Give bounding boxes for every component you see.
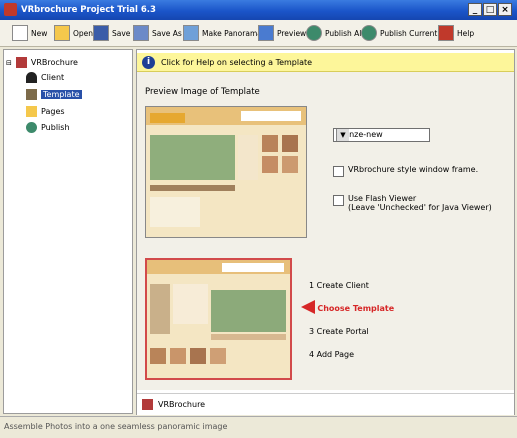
brochure-footer: VRBrochure [137,393,514,415]
tree-root[interactable]: ⊟ VRBrochure [6,57,78,68]
globe-icon [26,122,37,133]
preview-button[interactable]: Preview [258,23,306,43]
flash-viewer-checkbox[interactable]: Use Flash Viewer (Leave 'Unchecked' for … [333,194,492,212]
tree-item-publish[interactable]: Publish [26,122,70,133]
tree-item-template[interactable]: Template [26,89,82,100]
help-book-icon [438,25,454,41]
checkbox-box[interactable] [333,166,344,177]
tree-item-pages[interactable]: Pages [26,106,65,117]
maximize-button[interactable]: □ [483,3,497,16]
toolbar: New Open Save Save As Make Panorama Prev… [0,20,517,47]
preview-title: Preview Image of Template [145,87,260,97]
save-as-icon [133,25,149,41]
selected-template-thumbnail[interactable] [145,258,292,380]
open-button[interactable]: Open [54,23,93,43]
save-as-button[interactable]: Save As [133,23,182,43]
close-button[interactable]: × [498,3,512,16]
vr-frame-checkbox[interactable]: VRbrochure style window frame. [333,165,478,177]
main-panel: i Click for Help on selecting a Template… [136,49,515,415]
folder-icon [54,25,70,41]
template-icon [26,89,37,100]
step-create-client[interactable]: 1 Create Client [309,281,369,290]
save-button[interactable]: Save [93,23,130,43]
pages-folder-icon [26,106,37,117]
make-panorama-button[interactable]: Make Panorama [183,23,262,43]
tree-item-client[interactable]: Client [26,72,64,83]
app-icon [4,3,17,16]
panorama-icon [183,25,199,41]
brochure-icon [15,57,27,68]
monitor-icon [258,25,274,41]
help-bar[interactable]: i Click for Help on selecting a Template [137,53,514,72]
help-button[interactable]: Help [438,23,474,43]
template-preview-image [145,106,307,238]
globe-icon [306,25,322,41]
person-icon [26,72,37,83]
title-bar: VRbrochure Project Trial 6.3 _ □ × [0,0,517,20]
publish-globe-icon [361,25,377,41]
status-bar: Assemble Photos into a one seamless pano… [0,416,517,438]
new-button[interactable]: New [12,23,47,43]
step-add-page[interactable]: 4 Add Page [309,350,354,359]
collapse-icon: ⊟ [6,58,12,67]
step-choose-template[interactable]: 2 Choose Template [309,304,394,313]
minimize-button[interactable]: _ [468,3,482,16]
window-title: VRbrochure Project Trial 6.3 [21,5,156,15]
save-icon [93,25,109,41]
publish-current-button[interactable]: Publish Current [361,23,437,43]
brochure-icon [142,399,153,410]
template-dropdown[interactable]: bronze-new ▼ [333,128,430,142]
template-content: Preview Image of Template bronze-new ▼ V… [137,72,514,390]
publish-all-button[interactable]: Publish All [306,23,363,43]
new-file-icon [12,25,28,41]
project-tree: ⊟ VRBrochure Client Template Pages Publi… [3,49,133,414]
checkbox-box[interactable] [333,195,344,206]
info-icon: i [142,55,155,69]
chevron-down-icon: ▼ [336,129,349,141]
step-create-portal[interactable]: 3 Create Portal [309,327,369,336]
